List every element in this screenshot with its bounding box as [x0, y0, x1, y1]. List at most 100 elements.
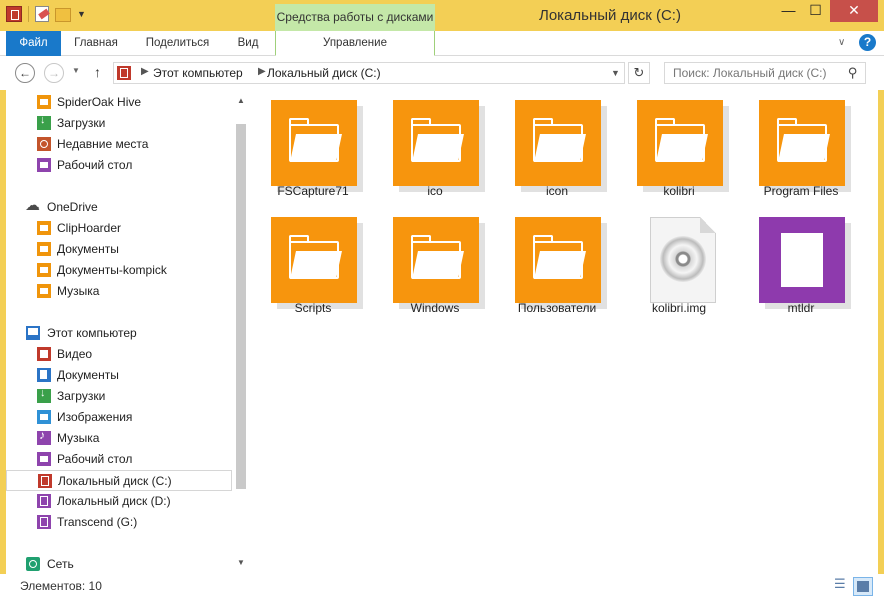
folder-icon: [759, 100, 845, 186]
refresh-button[interactable]: ↻: [628, 62, 650, 84]
file-item-scripts[interactable]: Scripts: [258, 207, 368, 319]
file-item-label: kolibri.img: [651, 301, 706, 315]
folder-icon: [37, 221, 51, 235]
file-item-mtldr[interactable]: mtldr: [746, 207, 856, 319]
nav-item-label: Изображения: [57, 410, 133, 424]
onedrive-icon: [25, 196, 40, 214]
file-item-fscapture71[interactable]: FSCapture71: [258, 90, 368, 202]
search-icon[interactable]: ⚲: [848, 65, 858, 81]
videos-icon: [37, 347, 51, 361]
file-item-users[interactable]: Пользователи: [502, 207, 612, 319]
nav-item-label: OneDrive: [47, 200, 98, 214]
maximize-button[interactable]: ☐: [802, 0, 829, 22]
folder-icon: [271, 100, 357, 186]
large-icons-view-icon[interactable]: [853, 577, 873, 596]
nav-item-label: Этот компьютер: [47, 326, 137, 340]
nav-item-music[interactable]: Музыка: [6, 428, 232, 449]
nav-item-recent-places[interactable]: Недавние места: [6, 134, 232, 155]
nav-scrollbar[interactable]: ▲ ▼: [234, 90, 248, 574]
file-item-kolibri-img[interactable]: kolibri.img: [624, 207, 734, 319]
tab-home[interactable]: Главная: [65, 31, 127, 56]
breadcrumb-separator-icon[interactable]: ▶: [258, 66, 266, 77]
scroll-up-chevron-icon[interactable]: ▲: [234, 94, 248, 108]
breadcrumb-this-pc[interactable]: Этот компьютер: [153, 66, 243, 80]
address-history-chevron-icon[interactable]: ▼: [611, 68, 620, 78]
file-item-label: Scripts: [294, 301, 332, 315]
nav-item-label: Локальный диск (C:): [58, 474, 172, 488]
nav-item-label: Документы: [57, 368, 119, 382]
nav-item-documents-kompick[interactable]: Документы-kompick: [6, 260, 232, 281]
customize-toolbar-chevron-icon[interactable]: ▼: [77, 9, 86, 19]
drive-icon: [38, 474, 52, 488]
file-item-icon[interactable]: icon: [502, 90, 612, 202]
nav-item-label: Документы-kompick: [57, 263, 167, 277]
status-bar: Элементов: 10: [0, 574, 884, 602]
folder-icon: [393, 100, 479, 186]
tab-file[interactable]: Файл: [6, 31, 61, 56]
address-bar[interactable]: ▶ Этот компьютер ▶ Локальный диск (C:) ▼: [113, 62, 625, 84]
up-arrow-icon[interactable]: ↑: [94, 64, 101, 80]
tab-share[interactable]: Поделиться: [135, 31, 220, 56]
search-box[interactable]: ⚲: [664, 62, 866, 84]
file-icon: [759, 217, 845, 303]
navigation-pane: SpiderOak Hive Загрузки Недавние места Р…: [6, 90, 248, 574]
folder-icon: [637, 100, 723, 186]
expand-ribbon-chevron-icon[interactable]: ∨: [838, 37, 845, 48]
nav-item-desktop-favorites[interactable]: Рабочий стол: [6, 155, 232, 176]
nav-item-local-disk-c[interactable]: Локальный диск (C:): [6, 470, 232, 491]
breadcrumb-local-disk-c[interactable]: Локальный диск (C:): [267, 66, 381, 80]
nav-item-label: Загрузки: [57, 389, 106, 403]
file-item-label: Пользователи: [517, 301, 597, 315]
help-icon[interactable]: ?: [859, 34, 876, 51]
file-list: FSCapture71 ico icon kolibri Program Fil…: [248, 90, 878, 574]
network-icon: [26, 557, 40, 571]
nav-item-label: Документы: [57, 242, 119, 256]
nav-item-pictures[interactable]: Изображения: [6, 407, 232, 428]
recent-locations-chevron-icon[interactable]: ▼: [72, 66, 80, 75]
file-item-windows[interactable]: Windows: [380, 207, 490, 319]
nav-item-label: Недавние места: [57, 137, 149, 151]
details-view-icon[interactable]: [833, 576, 849, 594]
nav-item-this-pc[interactable]: Этот компьютер: [6, 323, 232, 344]
nav-item-videos[interactable]: Видео: [6, 344, 232, 365]
nav-item-transcend-g[interactable]: Transcend (G:): [6, 512, 232, 533]
nav-item-downloads-favorites[interactable]: Загрузки: [6, 113, 232, 134]
breadcrumb-separator-icon[interactable]: ▶: [141, 66, 149, 77]
scroll-down-chevron-icon[interactable]: ▼: [234, 556, 248, 570]
folder-icon: [37, 242, 51, 256]
nav-item-label: Локальный диск (D:): [57, 494, 171, 508]
folder-icon: [515, 217, 601, 303]
file-item-label: mtldr: [787, 301, 815, 315]
tab-view[interactable]: Вид: [228, 31, 268, 56]
nav-item-network[interactable]: Сеть: [6, 554, 232, 575]
nav-item-label: Видео: [57, 347, 93, 361]
nav-item-downloads[interactable]: Загрузки: [6, 386, 232, 407]
window-drive-icon[interactable]: [6, 6, 22, 22]
music-icon: [37, 428, 51, 445]
nav-item-onedrive-documents[interactable]: Документы: [6, 239, 232, 260]
properties-icon[interactable]: [35, 6, 49, 22]
nav-item-documents[interactable]: Документы: [6, 365, 232, 386]
scrollbar-thumb[interactable]: [236, 124, 246, 489]
file-item-label: Program Files: [763, 184, 839, 198]
file-item-program-files[interactable]: Program Files: [746, 90, 856, 202]
nav-item-label: Сеть: [47, 557, 74, 571]
file-item-kolibri[interactable]: kolibri: [624, 90, 734, 202]
folder-icon: [37, 95, 51, 109]
minimize-button[interactable]: —: [775, 0, 802, 22]
nav-item-cliphoarder[interactable]: ClipHoarder: [6, 218, 232, 239]
file-item-ico[interactable]: ico: [380, 90, 490, 202]
nav-item-local-disk-d[interactable]: Локальный диск (D:): [6, 491, 232, 512]
forward-button[interactable]: →: [44, 63, 64, 83]
new-folder-icon[interactable]: [55, 8, 71, 22]
documents-icon: [37, 368, 51, 382]
search-input[interactable]: [665, 63, 845, 83]
close-button[interactable]: ✕: [830, 0, 878, 22]
tab-manage[interactable]: Управление: [275, 31, 435, 56]
nav-item-onedrive[interactable]: OneDrive: [6, 196, 232, 218]
back-button[interactable]: ←: [15, 63, 35, 83]
file-item-label: Windows: [410, 301, 460, 315]
nav-item-onedrive-music[interactable]: Музыка: [6, 281, 232, 302]
nav-item-spideroak[interactable]: SpiderOak Hive: [6, 92, 232, 113]
nav-item-desktop[interactable]: Рабочий стол: [6, 449, 232, 470]
